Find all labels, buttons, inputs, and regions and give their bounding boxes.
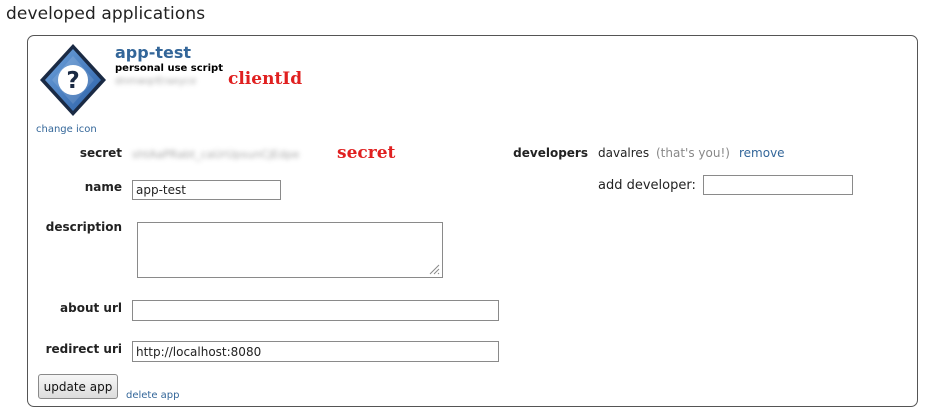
description-textarea[interactable] bbox=[137, 222, 443, 278]
name-label: name bbox=[84, 180, 122, 194]
developers-label: developers bbox=[513, 146, 588, 160]
description-label: description bbox=[45, 220, 122, 234]
client-id-value: dnmwqrEraeyce bbox=[115, 76, 197, 87]
add-developer-input[interactable] bbox=[703, 175, 853, 195]
resize-grip-icon[interactable] bbox=[428, 263, 440, 275]
add-developer-label: add developer: bbox=[598, 178, 696, 193]
secret-annotation: secret bbox=[337, 143, 396, 163]
app-type: personal use script bbox=[115, 63, 223, 74]
about-url-input[interactable] bbox=[132, 300, 499, 321]
about-url-label: about url bbox=[60, 301, 122, 315]
developer-you-note: (that's you!) bbox=[656, 146, 730, 160]
update-app-button[interactable]: update app bbox=[38, 374, 118, 399]
remove-developer-link[interactable]: remove bbox=[739, 146, 785, 160]
question-mark-diamond-icon[interactable]: ? bbox=[38, 42, 108, 118]
page-heading: developed applications bbox=[6, 4, 206, 24]
change-icon-link[interactable]: change icon bbox=[36, 124, 97, 135]
redirect-uri-label: redirect uri bbox=[45, 342, 122, 356]
svg-text:?: ? bbox=[66, 68, 79, 94]
client-id-annotation: clientId bbox=[228, 69, 303, 89]
secret-value: shtAaPRabt_caUrUpsunCjEdpe bbox=[132, 148, 300, 161]
app-title: app-test bbox=[115, 43, 192, 62]
secret-label: secret bbox=[79, 146, 122, 160]
name-input[interactable] bbox=[132, 180, 281, 200]
redirect-uri-input[interactable] bbox=[132, 341, 499, 362]
developer-name: davalres bbox=[598, 146, 650, 160]
delete-app-link[interactable]: delete app bbox=[126, 390, 180, 401]
